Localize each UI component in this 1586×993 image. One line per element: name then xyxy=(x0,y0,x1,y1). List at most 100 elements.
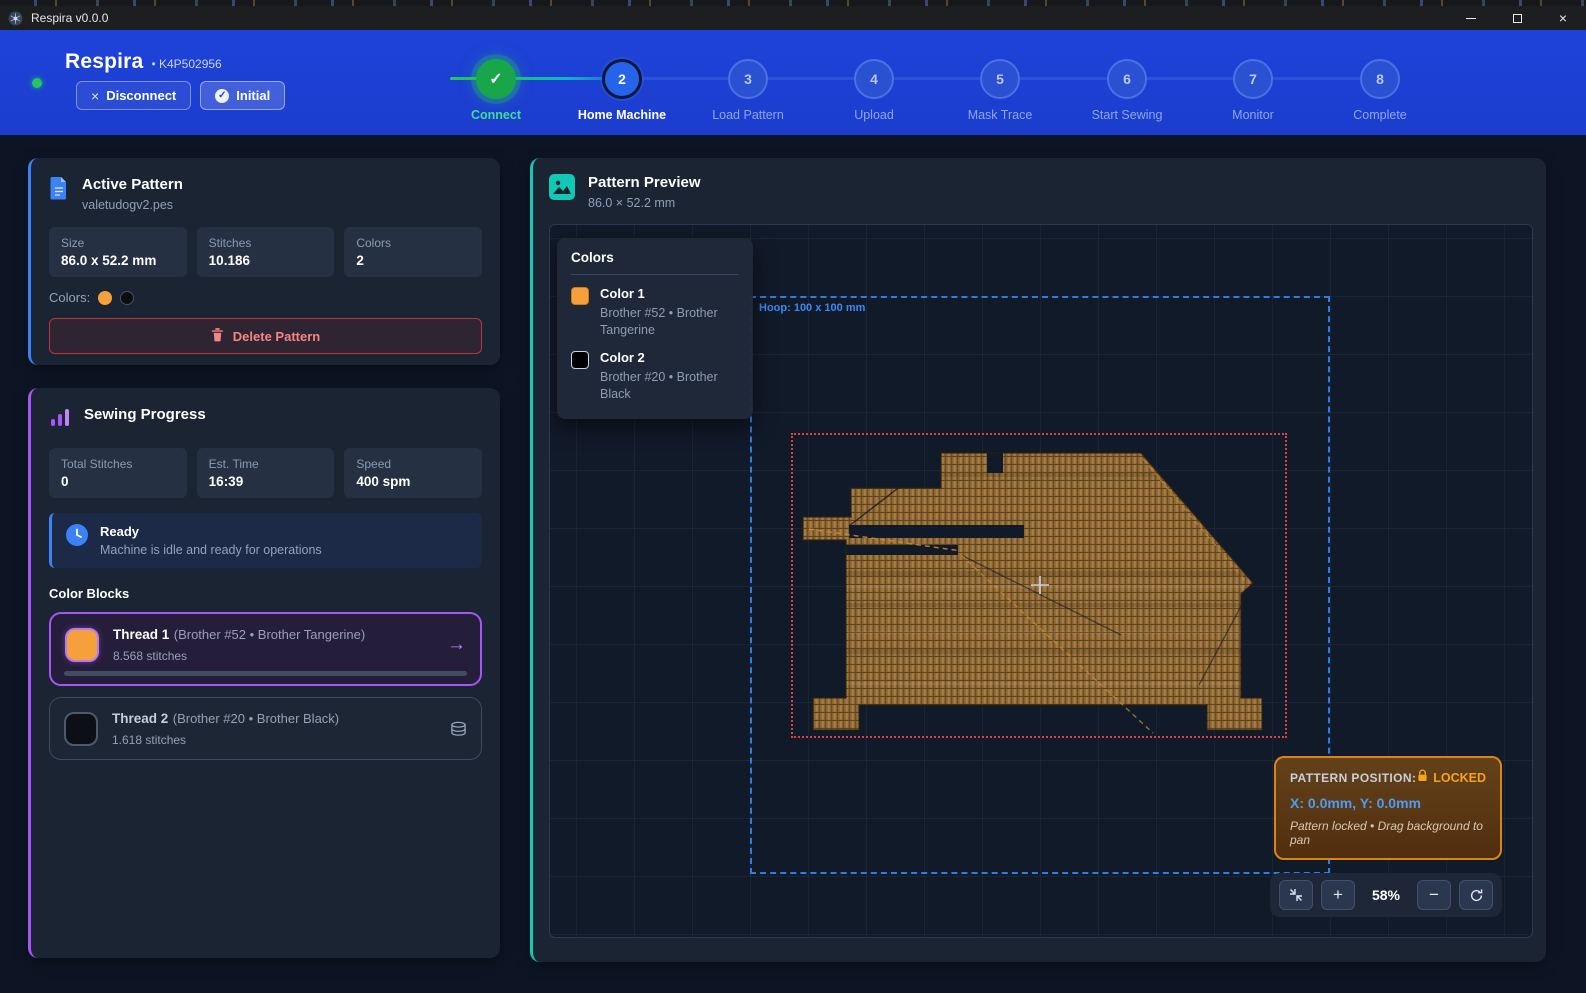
embroidery-pattern[interactable] xyxy=(791,433,1287,738)
step-mask-trace[interactable]: 5 Mask Trace xyxy=(930,59,1070,122)
active-pattern-title: Active Pattern xyxy=(82,176,183,193)
color-swatch-black xyxy=(120,291,134,305)
step-connect-label: Connect xyxy=(426,108,566,122)
close-button[interactable]: × xyxy=(1540,6,1586,30)
step-start-sewing[interactable]: 6 Start Sewing xyxy=(1057,59,1197,122)
legend-title: Colors xyxy=(571,250,739,265)
step-mask-trace-circle: 5 xyxy=(980,59,1020,99)
stat-colors-value: 2 xyxy=(356,253,470,268)
step-monitor[interactable]: 7 Monitor xyxy=(1183,59,1323,122)
thread-2-stitches: 1.618 stitches xyxy=(112,733,339,747)
reset-view-button[interactable] xyxy=(1459,880,1493,910)
disconnect-label: Disconnect xyxy=(106,88,176,103)
step-monitor-label: Monitor xyxy=(1183,108,1323,122)
step-start-sewing-circle: 6 xyxy=(1107,59,1147,99)
legend-swatch-black xyxy=(571,351,589,369)
locked-badge: LOCKED xyxy=(1433,771,1486,785)
check-circle-icon: ✓ xyxy=(215,89,229,103)
preview-canvas[interactable]: Colors Color 1 Brother #52 • Brother Tan… xyxy=(549,224,1533,938)
pattern-dimensions: 86.0 × 52.2 mm xyxy=(588,196,701,210)
stat-size-label: Size xyxy=(61,236,175,250)
sewing-progress-title: Sewing Progress xyxy=(84,406,206,423)
stat-size-value: 86.0 x 52.2 mm xyxy=(61,253,175,268)
step-home-machine[interactable]: 2 Home Machine xyxy=(552,59,692,122)
pattern-position-overlay: PATTERN POSITION: LOCKED X: 0.0mm, Y: 0.… xyxy=(1274,756,1502,860)
trash-icon xyxy=(211,327,224,345)
window-controls: × xyxy=(1448,6,1586,30)
step-home-machine-circle: 2 xyxy=(602,59,642,99)
legend-color-2-detail: Brother #20 • Brother Black xyxy=(600,369,739,403)
thread-2-row[interactable]: Thread 2 (Brother #20 • Brother Black) 1… xyxy=(49,697,482,760)
sewing-progress-card: Sewing Progress Total Stitches 0 Est. Ti… xyxy=(28,388,500,958)
zoom-out-button[interactable]: − xyxy=(1417,880,1451,910)
delete-pattern-button[interactable]: Delete Pattern xyxy=(49,318,482,354)
pattern-position-label: PATTERN POSITION: xyxy=(1290,771,1416,785)
lock-icon xyxy=(1417,769,1428,787)
legend-entry-color-2: Color 2 Brother #20 • Brother Black xyxy=(571,350,739,403)
pattern-filename: valetudogv2.pes xyxy=(82,198,183,212)
disconnect-button[interactable]: × Disconnect xyxy=(76,81,191,110)
stat-total-stitches-value: 0 xyxy=(61,474,175,489)
initial-button[interactable]: ✓ Initial xyxy=(200,81,285,110)
stat-colors: Colors 2 xyxy=(344,227,482,277)
fit-view-icon xyxy=(1288,887,1304,903)
legend-swatch-orange xyxy=(571,287,589,305)
file-icon xyxy=(49,176,69,205)
thread-2-name: Thread 2 xyxy=(112,711,168,726)
stat-speed-label: Speed xyxy=(356,457,470,471)
maximize-button[interactable] xyxy=(1494,6,1540,30)
step-upload-label: Upload xyxy=(804,108,944,122)
zoom-in-button[interactable]: + xyxy=(1321,880,1355,910)
close-x-icon: × xyxy=(91,88,99,104)
layers-icon xyxy=(450,721,467,737)
step-complete-circle: 8 xyxy=(1360,59,1400,99)
image-icon xyxy=(549,174,575,205)
thread-2-detail: (Brother #20 • Brother Black) xyxy=(173,711,339,726)
app-header: Respira • K4P502956 × Disconnect ✓ Initi… xyxy=(0,30,1586,135)
thread-1-name: Thread 1 xyxy=(113,627,169,642)
stat-stitches-label: Stitches xyxy=(209,236,323,250)
thread-2-swatch xyxy=(64,712,98,746)
maximize-icon xyxy=(1513,14,1522,23)
legend-color-2-name: Color 2 xyxy=(600,350,739,365)
color-swatch-orange xyxy=(98,291,112,305)
stat-colors-label: Colors xyxy=(356,236,470,250)
legend-entry-color-1: Color 1 Brother #52 • Brother Tangerine xyxy=(571,286,739,339)
fit-view-button[interactable] xyxy=(1279,880,1313,910)
stat-total-stitches-label: Total Stitches xyxy=(61,457,175,471)
stat-speed-value: 400 spm xyxy=(356,474,470,489)
legend-color-1-name: Color 1 xyxy=(600,286,739,301)
step-connect[interactable]: ✓ Connect xyxy=(426,59,566,122)
thread-1-row[interactable]: Thread 1 (Brother #52 • Brother Tangerin… xyxy=(49,612,482,686)
minimize-button[interactable] xyxy=(1448,6,1494,30)
pattern-bounds xyxy=(791,433,1287,738)
thread-1-progress-bar xyxy=(64,671,467,676)
window-title: Respira v0.0.0 xyxy=(31,11,108,25)
machine-status-box: Ready Machine is idle and ready for oper… xyxy=(49,513,482,568)
bar-chart-icon xyxy=(49,406,71,433)
stat-size: Size 86.0 x 52.2 mm xyxy=(49,227,187,277)
color-blocks-heading: Color Blocks xyxy=(49,586,482,601)
brand-title: Respira xyxy=(65,50,143,74)
step-mask-trace-label: Mask Trace xyxy=(930,108,1070,122)
minimize-icon xyxy=(1466,18,1476,19)
connection-status-dot xyxy=(32,78,42,88)
stat-est-time: Est. Time 16:39 xyxy=(197,448,335,498)
step-load-pattern[interactable]: 3 Load Pattern xyxy=(678,59,818,122)
stat-stitches: Stitches 10.186 xyxy=(197,227,335,277)
machine-serial: • K4P502956 xyxy=(151,57,221,71)
clock-icon xyxy=(66,524,88,551)
pattern-preview-title: Pattern Preview xyxy=(588,174,701,191)
pattern-preview-card: Pattern Preview 86.0 × 52.2 mm Colors Co… xyxy=(530,158,1546,962)
step-upload[interactable]: 4 Upload xyxy=(804,59,944,122)
step-monitor-circle: 7 xyxy=(1233,59,1273,99)
pan-hint: Pattern locked • Drag background to pan xyxy=(1290,819,1486,847)
titlebar: Respira v0.0.0 × xyxy=(0,6,1586,30)
stat-stitches-value: 10.186 xyxy=(209,253,323,268)
step-complete-label: Complete xyxy=(1310,108,1450,122)
delete-pattern-label: Delete Pattern xyxy=(233,329,320,344)
app-window: Respira v0.0.0 × Respira • K4P502956 × D… xyxy=(0,0,1586,993)
stat-est-time-value: 16:39 xyxy=(209,474,323,489)
step-complete[interactable]: 8 Complete xyxy=(1310,59,1450,122)
thread-1-swatch xyxy=(65,628,99,662)
